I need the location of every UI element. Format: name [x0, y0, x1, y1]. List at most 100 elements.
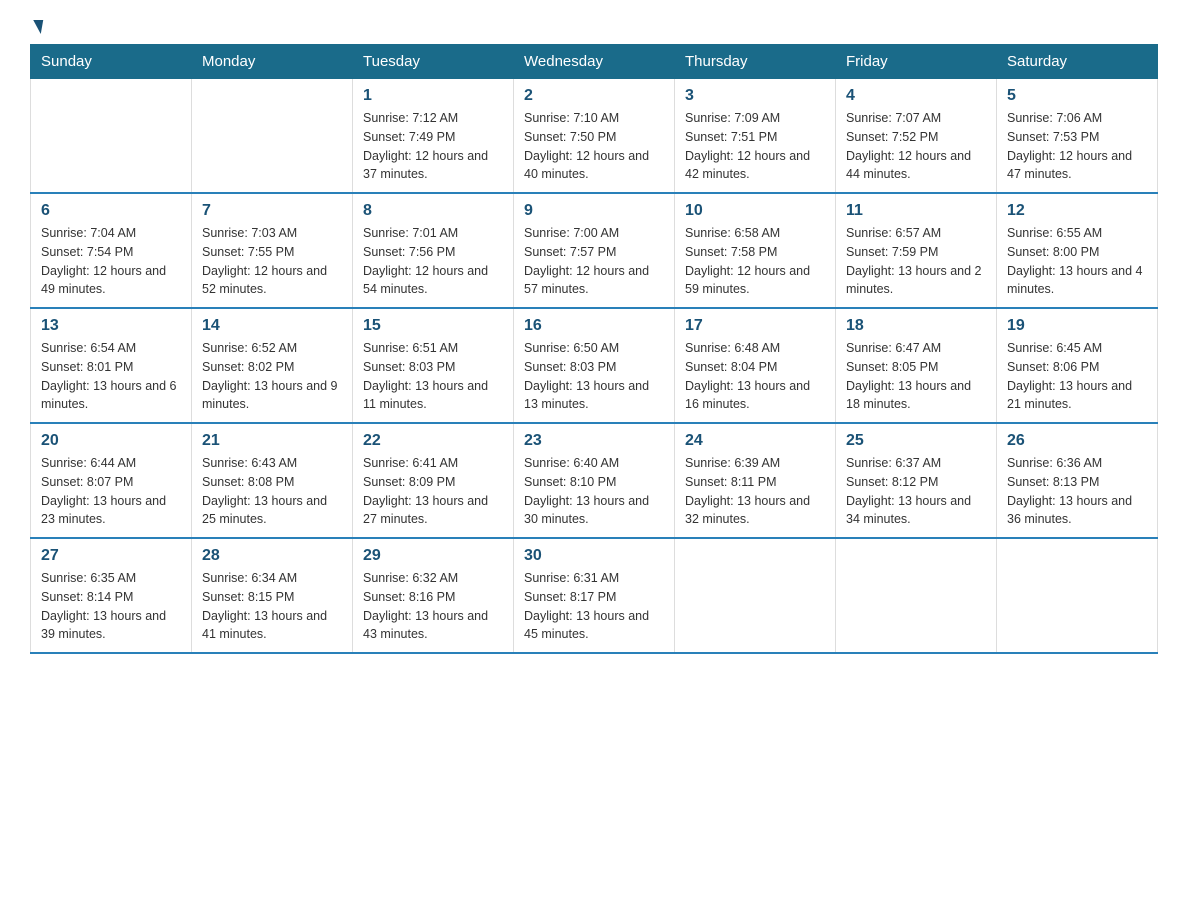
day-number: 6	[41, 202, 181, 220]
day-info: Sunrise: 7:12 AMSunset: 7:49 PMDaylight:…	[363, 109, 503, 184]
calendar-cell	[836, 538, 997, 653]
day-number: 18	[846, 317, 986, 335]
day-info: Sunrise: 6:55 AMSunset: 8:00 PMDaylight:…	[1007, 224, 1147, 299]
day-number: 22	[363, 432, 503, 450]
calendar-week-row: 20Sunrise: 6:44 AMSunset: 8:07 PMDayligh…	[31, 423, 1158, 538]
calendar-cell	[675, 538, 836, 653]
day-number: 2	[524, 87, 664, 105]
day-number: 26	[1007, 432, 1147, 450]
calendar-cell: 4 Sunrise: 7:07 AMSunset: 7:52 PMDaylight…	[836, 79, 997, 194]
calendar-cell: 12 Sunrise: 6:55 AMSunset: 8:00 PMDayligh…	[997, 193, 1158, 308]
calendar-cell: 16 Sunrise: 6:50 AMSunset: 8:03 PMDayligh…	[514, 308, 675, 423]
day-number: 7	[202, 202, 342, 220]
day-info: Sunrise: 6:54 AMSunset: 8:01 PMDaylight:…	[41, 339, 181, 414]
day-number: 5	[1007, 87, 1147, 105]
day-number: 14	[202, 317, 342, 335]
day-info: Sunrise: 7:03 AMSunset: 7:55 PMDaylight:…	[202, 224, 342, 299]
day-number: 3	[685, 87, 825, 105]
calendar-week-row: 13 Sunrise: 6:54 AMSunset: 8:01 PMDayligh…	[31, 308, 1158, 423]
header-sunday: Sunday	[31, 45, 192, 79]
header-friday: Friday	[836, 45, 997, 79]
calendar-cell: 27 Sunrise: 6:35 AMSunset: 8:14 PMDayligh…	[31, 538, 192, 653]
calendar-cell	[192, 79, 353, 194]
day-info: Sunrise: 6:50 AMSunset: 8:03 PMDaylight:…	[524, 339, 664, 414]
day-number: 13	[41, 317, 181, 335]
calendar-table: SundayMondayTuesdayWednesdayThursdayFrid…	[30, 44, 1158, 654]
day-info: Sunrise: 6:57 AMSunset: 7:59 PMDaylight:…	[846, 224, 986, 299]
day-info: Sunrise: 7:04 AMSunset: 7:54 PMDaylight:…	[41, 224, 181, 299]
day-info: Sunrise: 6:34 AMSunset: 8:15 PMDaylight:…	[202, 569, 342, 644]
day-number: 15	[363, 317, 503, 335]
day-number: 28	[202, 547, 342, 565]
calendar-header-row: SundayMondayTuesdayWednesdayThursdayFrid…	[31, 45, 1158, 79]
day-info: Sunrise: 6:51 AMSunset: 8:03 PMDaylight:…	[363, 339, 503, 414]
calendar-cell: 25Sunrise: 6:37 AMSunset: 8:12 PMDayligh…	[836, 423, 997, 538]
day-info: Sunrise: 6:40 AMSunset: 8:10 PMDaylight:…	[524, 454, 664, 529]
day-number: 30	[524, 547, 664, 565]
day-info: Sunrise: 7:06 AMSunset: 7:53 PMDaylight:…	[1007, 109, 1147, 184]
day-number: 19	[1007, 317, 1147, 335]
calendar-cell: 17 Sunrise: 6:48 AMSunset: 8:04 PMDayligh…	[675, 308, 836, 423]
day-number: 16	[524, 317, 664, 335]
calendar-cell: 28 Sunrise: 6:34 AMSunset: 8:15 PMDayligh…	[192, 538, 353, 653]
calendar-cell: 30 Sunrise: 6:31 AMSunset: 8:17 PMDayligh…	[514, 538, 675, 653]
day-number: 17	[685, 317, 825, 335]
day-info: Sunrise: 6:58 AMSunset: 7:58 PMDaylight:…	[685, 224, 825, 299]
calendar-week-row: 27 Sunrise: 6:35 AMSunset: 8:14 PMDayligh…	[31, 538, 1158, 653]
calendar-cell: 26 Sunrise: 6:36 AMSunset: 8:13 PMDayligh…	[997, 423, 1158, 538]
header-saturday: Saturday	[997, 45, 1158, 79]
calendar-cell: 24 Sunrise: 6:39 AMSunset: 8:11 PMDayligh…	[675, 423, 836, 538]
day-number: 27	[41, 547, 181, 565]
day-info: Sunrise: 6:52 AMSunset: 8:02 PMDaylight:…	[202, 339, 342, 414]
logo	[30, 20, 42, 34]
day-info: Sunrise: 6:36 AMSunset: 8:13 PMDaylight:…	[1007, 454, 1147, 529]
calendar-week-row: 1 Sunrise: 7:12 AMSunset: 7:49 PMDaylight…	[31, 79, 1158, 194]
calendar-cell: 1 Sunrise: 7:12 AMSunset: 7:49 PMDaylight…	[353, 79, 514, 194]
calendar-cell: 9 Sunrise: 7:00 AMSunset: 7:57 PMDaylight…	[514, 193, 675, 308]
day-number: 10	[685, 202, 825, 220]
day-number: 4	[846, 87, 986, 105]
day-number: 23	[524, 432, 664, 450]
calendar-cell: 20Sunrise: 6:44 AMSunset: 8:07 PMDayligh…	[31, 423, 192, 538]
day-info: Sunrise: 6:35 AMSunset: 8:14 PMDaylight:…	[41, 569, 181, 644]
calendar-cell	[31, 79, 192, 194]
day-number: 9	[524, 202, 664, 220]
day-info: Sunrise: 7:10 AMSunset: 7:50 PMDaylight:…	[524, 109, 664, 184]
calendar-cell: 14 Sunrise: 6:52 AMSunset: 8:02 PMDayligh…	[192, 308, 353, 423]
calendar-cell	[997, 538, 1158, 653]
day-info: Sunrise: 6:44 AMSunset: 8:07 PMDaylight:…	[41, 454, 181, 529]
header-wednesday: Wednesday	[514, 45, 675, 79]
calendar-cell: 7 Sunrise: 7:03 AMSunset: 7:55 PMDaylight…	[192, 193, 353, 308]
calendar-cell: 15 Sunrise: 6:51 AMSunset: 8:03 PMDayligh…	[353, 308, 514, 423]
calendar-cell: 5 Sunrise: 7:06 AMSunset: 7:53 PMDaylight…	[997, 79, 1158, 194]
calendar-cell: 13 Sunrise: 6:54 AMSunset: 8:01 PMDayligh…	[31, 308, 192, 423]
day-number: 12	[1007, 202, 1147, 220]
day-info: Sunrise: 6:41 AMSunset: 8:09 PMDaylight:…	[363, 454, 503, 529]
calendar-cell: 10 Sunrise: 6:58 AMSunset: 7:58 PMDayligh…	[675, 193, 836, 308]
logo-arrow-icon	[31, 20, 43, 34]
day-info: Sunrise: 6:48 AMSunset: 8:04 PMDaylight:…	[685, 339, 825, 414]
calendar-cell: 3 Sunrise: 7:09 AMSunset: 7:51 PMDaylight…	[675, 79, 836, 194]
day-number: 11	[846, 202, 986, 220]
day-number: 1	[363, 87, 503, 105]
day-info: Sunrise: 6:45 AMSunset: 8:06 PMDaylight:…	[1007, 339, 1147, 414]
day-info: Sunrise: 6:32 AMSunset: 8:16 PMDaylight:…	[363, 569, 503, 644]
day-info: Sunrise: 7:00 AMSunset: 7:57 PMDaylight:…	[524, 224, 664, 299]
page-header	[30, 20, 1158, 34]
calendar-cell: 11 Sunrise: 6:57 AMSunset: 7:59 PMDayligh…	[836, 193, 997, 308]
day-info: Sunrise: 6:39 AMSunset: 8:11 PMDaylight:…	[685, 454, 825, 529]
day-number: 25	[846, 432, 986, 450]
calendar-cell: 6 Sunrise: 7:04 AMSunset: 7:54 PMDaylight…	[31, 193, 192, 308]
calendar-week-row: 6 Sunrise: 7:04 AMSunset: 7:54 PMDaylight…	[31, 193, 1158, 308]
calendar-cell: 18Sunrise: 6:47 AMSunset: 8:05 PMDayligh…	[836, 308, 997, 423]
calendar-cell: 19 Sunrise: 6:45 AMSunset: 8:06 PMDayligh…	[997, 308, 1158, 423]
logo-text	[30, 20, 42, 34]
day-info: Sunrise: 7:09 AMSunset: 7:51 PMDaylight:…	[685, 109, 825, 184]
day-number: 24	[685, 432, 825, 450]
day-info: Sunrise: 7:01 AMSunset: 7:56 PMDaylight:…	[363, 224, 503, 299]
day-info: Sunrise: 6:31 AMSunset: 8:17 PMDaylight:…	[524, 569, 664, 644]
day-number: 29	[363, 547, 503, 565]
header-tuesday: Tuesday	[353, 45, 514, 79]
day-info: Sunrise: 7:07 AMSunset: 7:52 PMDaylight:…	[846, 109, 986, 184]
day-info: Sunrise: 6:43 AMSunset: 8:08 PMDaylight:…	[202, 454, 342, 529]
